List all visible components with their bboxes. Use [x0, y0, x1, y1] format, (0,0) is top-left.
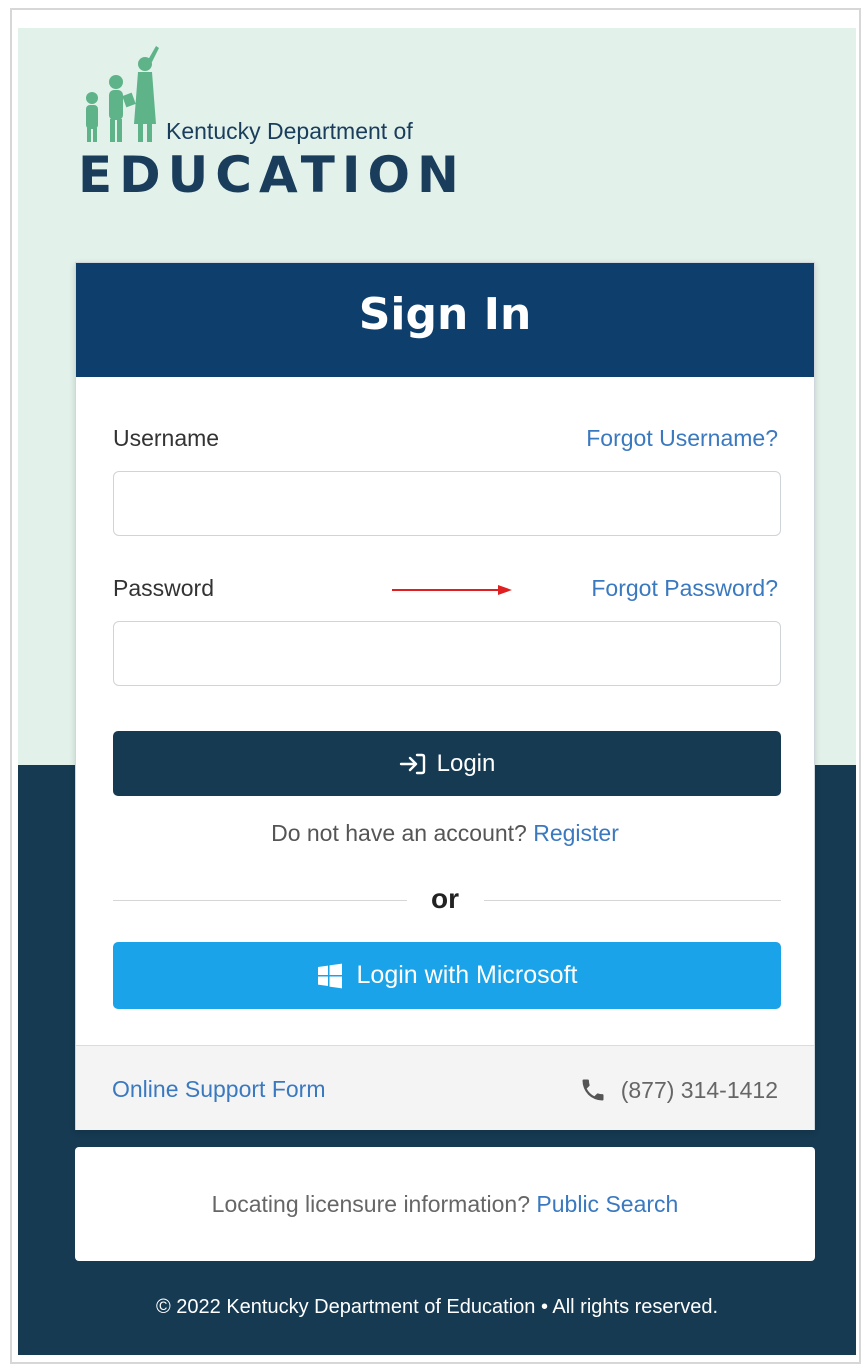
logo-title: EDUCATION	[78, 146, 466, 204]
login-icon	[399, 753, 425, 774]
register-line: Do not have an account? Register	[76, 820, 814, 847]
signin-card: Sign In Username Forgot Username? Passwo…	[75, 262, 815, 1130]
online-support-form-link[interactable]: Online Support Form	[112, 1076, 325, 1103]
signin-title: Sign In	[358, 289, 532, 340]
annotation-arrow	[392, 585, 512, 595]
login-with-microsoft-button[interactable]: Login with Microsoft	[113, 942, 781, 1009]
username-input[interactable]	[113, 471, 781, 536]
phone-contact: (877) 314-1412	[579, 1076, 778, 1104]
public-search-line: Locating licensure information? Public S…	[75, 1191, 815, 1218]
or-separator: or	[431, 883, 459, 914]
licensure-question: Locating licensure information?	[211, 1191, 531, 1217]
card-footer: Online Support Form (877) 314-1412	[76, 1045, 814, 1130]
windows-icon	[317, 963, 342, 988]
phone-number: (877) 314-1412	[620, 1076, 778, 1103]
password-label: Password	[113, 575, 214, 601]
password-input[interactable]	[113, 621, 781, 686]
username-label: Username	[113, 425, 220, 451]
login-button[interactable]: Login	[113, 731, 781, 796]
forgot-username-link[interactable]: Forgot Username?	[586, 425, 778, 452]
login-button-label: Login	[436, 749, 496, 777]
card-header: Sign In	[76, 263, 814, 377]
logo-subtitle: Kentucky Department of	[166, 118, 413, 144]
public-search-card: Locating licensure information? Public S…	[75, 1147, 815, 1261]
forgot-password-link[interactable]: Forgot Password?	[591, 575, 778, 602]
phone-icon	[582, 1079, 604, 1101]
no-account-text: Do not have an account?	[271, 820, 527, 846]
copyright-text: © 2022 Kentucky Department of Education …	[155, 1296, 719, 1318]
microsoft-button-label: Login with Microsoft	[356, 961, 578, 989]
public-search-link[interactable]: Public Search	[536, 1191, 678, 1217]
register-link[interactable]: Register	[533, 820, 619, 846]
